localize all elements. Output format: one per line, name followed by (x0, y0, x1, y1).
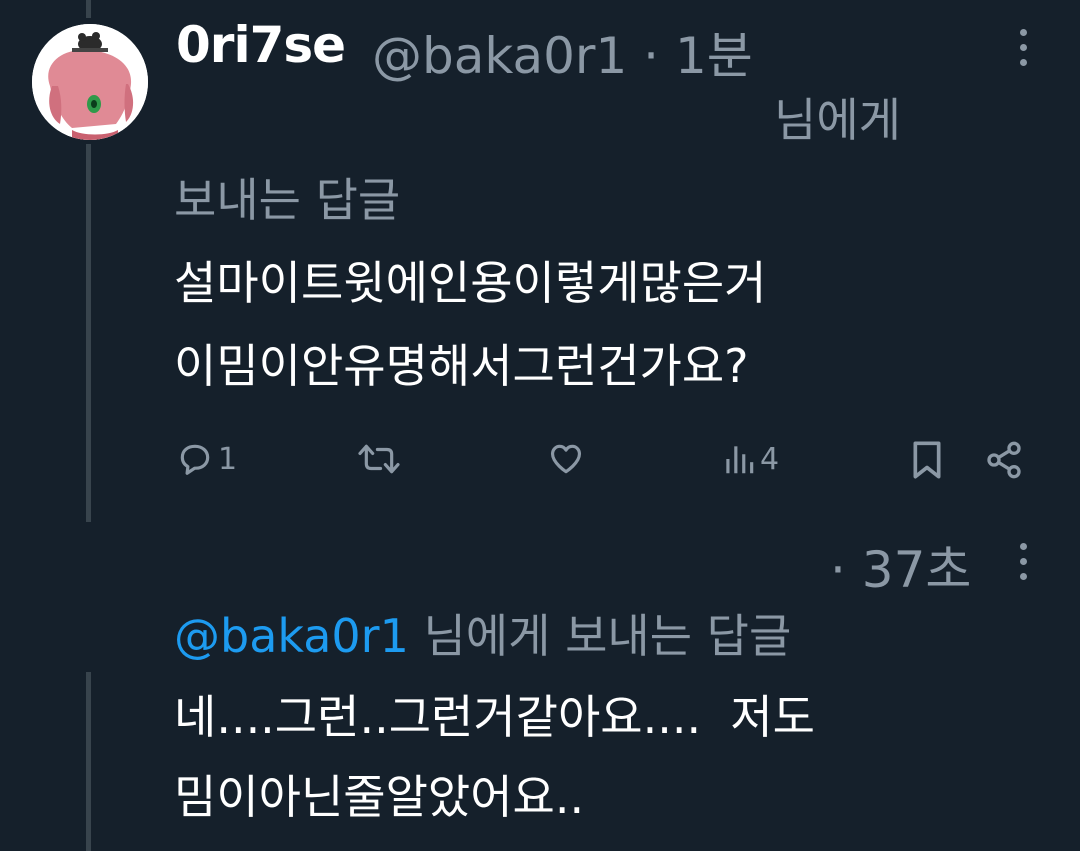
tweet-time[interactable]: · 37초 (830, 530, 971, 602)
tweet-text-line: 설마이트윗에인용이렇게많은거 (174, 256, 767, 310)
reply-context: 님에게 (774, 93, 901, 147)
views-count: 4 (760, 441, 780, 477)
tweet-text-line: 밈이아닌줄알았어요.. (174, 770, 585, 824)
bookmark-button[interactable] (910, 440, 944, 480)
reply-context: @baka0r1 님에게 보내는 답글 (174, 600, 791, 666)
tweet-text-line: 네....그런..그런거같아요.... 저도 (174, 690, 815, 744)
share-button[interactable] (984, 440, 1024, 480)
avatar-illustration-icon (32, 24, 148, 140)
like-icon (550, 444, 582, 474)
bookmark-icon (913, 441, 941, 479)
reply-icon (180, 444, 210, 475)
mention-link[interactable]: @baka0r1 (174, 609, 409, 663)
more-icon[interactable] (1008, 536, 1038, 586)
reply-context-label: 님에게 보내는 답글 (423, 609, 792, 663)
display-name[interactable]: 0ri7se (176, 16, 346, 74)
handle-and-time[interactable]: @baka0r1 · 1분 (372, 16, 753, 88)
retweet-icon (358, 444, 400, 474)
thread-line-bottom (86, 672, 91, 851)
retweet-button[interactable] (356, 440, 402, 478)
thread-line-top (86, 0, 91, 18)
reply-count: 1 (218, 441, 238, 477)
more-icon[interactable] (1008, 22, 1038, 72)
reply-context-label: 보내는 답글 (174, 173, 401, 227)
like-button[interactable] (546, 440, 586, 478)
views-icon (726, 446, 754, 474)
share-icon (987, 441, 1021, 479)
action-bar: 1 4 (0, 434, 1080, 484)
views-button[interactable]: 4 (722, 440, 779, 478)
reply-button[interactable]: 1 (176, 440, 237, 478)
avatar[interactable] (32, 24, 148, 140)
tweet-text-line: 이밈이안유명해서그런건가요? (174, 339, 749, 393)
